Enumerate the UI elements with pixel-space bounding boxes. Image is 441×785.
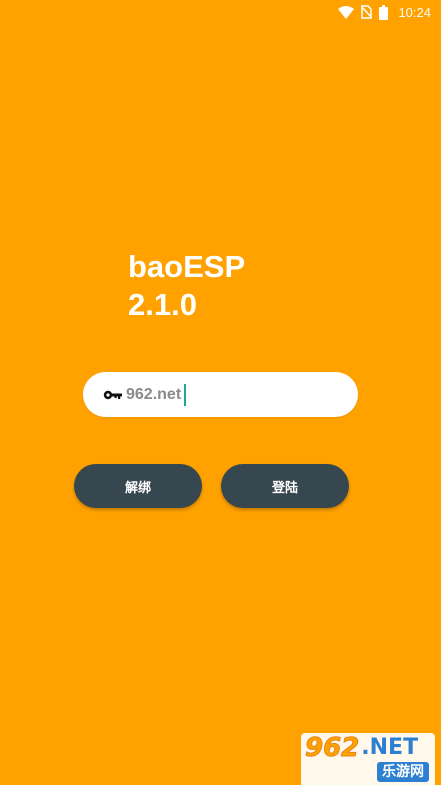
unbind-button[interactable]: 解绑 (74, 464, 202, 508)
watermark-logo: 962 .NET 乐游网 (301, 733, 435, 785)
no-sim-icon (361, 5, 373, 19)
watermark-digits: 962 (304, 733, 360, 763)
text-caret (184, 383, 186, 406)
login-button[interactable]: 登陆 (221, 464, 349, 508)
battery-icon (379, 4, 389, 20)
app-version: 2.1.0 (128, 287, 197, 322)
status-bar: 10:24 (0, 0, 441, 24)
key-field[interactable] (83, 372, 358, 417)
watermark-subtitle: 乐游网 (377, 762, 429, 782)
key-icon (103, 389, 123, 401)
status-icons: 10:24 (338, 3, 431, 21)
status-time: 10:24 (398, 4, 431, 20)
watermark-domain: .NET (361, 735, 419, 760)
app-name: baoESP (128, 249, 246, 284)
watermark-top: 962 .NET (304, 733, 431, 763)
wifi-icon (338, 5, 355, 19)
app-title: baoESP 2.1.0 (128, 248, 245, 324)
key-input[interactable] (126, 383, 206, 406)
